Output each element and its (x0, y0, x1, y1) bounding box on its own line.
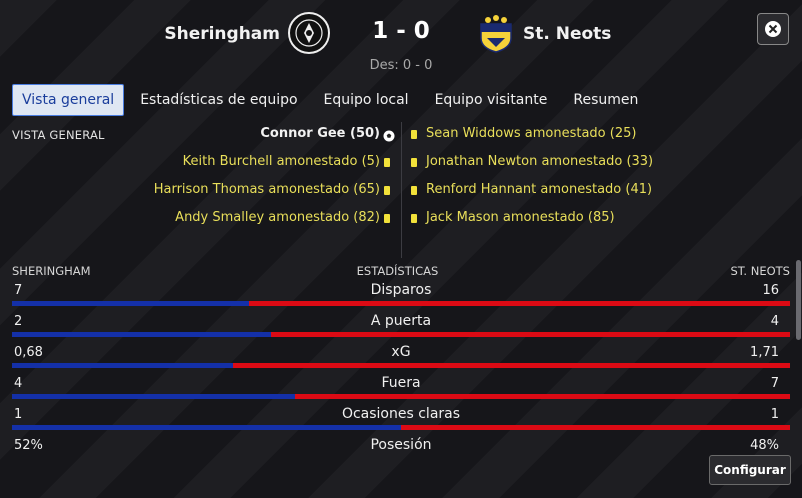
yellow-card-icon (384, 214, 390, 223)
stat-bar-away (248, 301, 790, 306)
tab-home-team[interactable]: Equipo local (314, 84, 419, 116)
away-event-card[interactable]: Jack Mason amonestado (85) (426, 210, 615, 225)
stat-bar-away (401, 425, 790, 430)
overview-section-label: VISTA GENERAL (12, 128, 105, 142)
stat-bar-home (12, 425, 401, 430)
yellow-card-icon (411, 186, 417, 195)
yellow-card-icon (384, 158, 390, 167)
away-event-card[interactable]: Renford Hannant amonestado (41) (426, 182, 652, 197)
stat-away-value: 1,71 (750, 345, 779, 360)
match-score: 1 - 0 (372, 18, 430, 44)
yellow-card-icon (411, 158, 417, 167)
tab-team-stats[interactable]: Estadísticas de equipo (130, 84, 307, 116)
yellow-card-icon (384, 186, 390, 195)
tab-summary[interactable]: Resumen (563, 84, 648, 116)
stats-away-label: ST. NEOTS (730, 264, 790, 278)
tab-overview[interactable]: Vista general (12, 84, 125, 116)
stat-bar-home (12, 301, 249, 306)
stat-away-value: 4 (770, 314, 779, 329)
stat-bar (12, 425, 790, 430)
stat-label: A puerta (370, 313, 432, 329)
home-event-card[interactable]: Keith Burchell amonestado (5) (183, 154, 380, 169)
stat-label: Ocasiones claras (341, 406, 461, 422)
halftime-score: Des: 0 - 0 (369, 58, 433, 73)
close-button[interactable] (757, 13, 789, 45)
away-event-card[interactable]: Sean Widdows amonestado (25) (426, 126, 636, 141)
stat-away-value: 7 (770, 376, 779, 391)
stat-bar-away (294, 394, 790, 399)
stat-label: xG (391, 344, 411, 360)
stat-label: Posesión (370, 437, 432, 453)
stat-bar (12, 394, 790, 399)
stat-bar-home (12, 332, 272, 337)
tab-away-team[interactable]: Equipo visitante (425, 84, 558, 116)
yellow-card-icon (411, 130, 417, 139)
stats-title: ESTADÍSTICAS (356, 264, 439, 278)
yellow-card-icon (411, 214, 417, 223)
football-icon (383, 127, 395, 146)
stat-bar-home (12, 394, 295, 399)
stat-label: Fuera (381, 375, 421, 391)
home-event-card[interactable]: Andy Smalley amonestado (82) (175, 210, 380, 225)
stat-away-value: 1 (770, 407, 779, 422)
stat-label: Disparos (370, 282, 432, 298)
home-event-card[interactable]: Harrison Thomas amonestado (65) (154, 182, 380, 197)
configure-button[interactable]: Configurar (709, 455, 791, 485)
home-event-goal[interactable]: Connor Gee (50) (260, 126, 380, 141)
tab-bar: Vista general Estadísticas de equipo Equ… (12, 84, 654, 116)
stat-bar (12, 301, 790, 306)
stat-bar (12, 332, 790, 337)
stat-bar-home (12, 363, 234, 368)
stat-bar-away (233, 363, 790, 368)
events-divider (401, 122, 402, 258)
stat-bar-away (271, 332, 790, 337)
away-team-name[interactable]: St. Neots (523, 24, 611, 44)
stat-away-value: 16 (762, 283, 779, 298)
stat-away-value: 48% (750, 438, 779, 453)
stat-bar (12, 363, 790, 368)
close-icon (765, 21, 781, 37)
away-event-card[interactable]: Jonathan Newton amonestado (33) (426, 154, 653, 169)
away-team-crest-icon[interactable] (478, 14, 520, 56)
